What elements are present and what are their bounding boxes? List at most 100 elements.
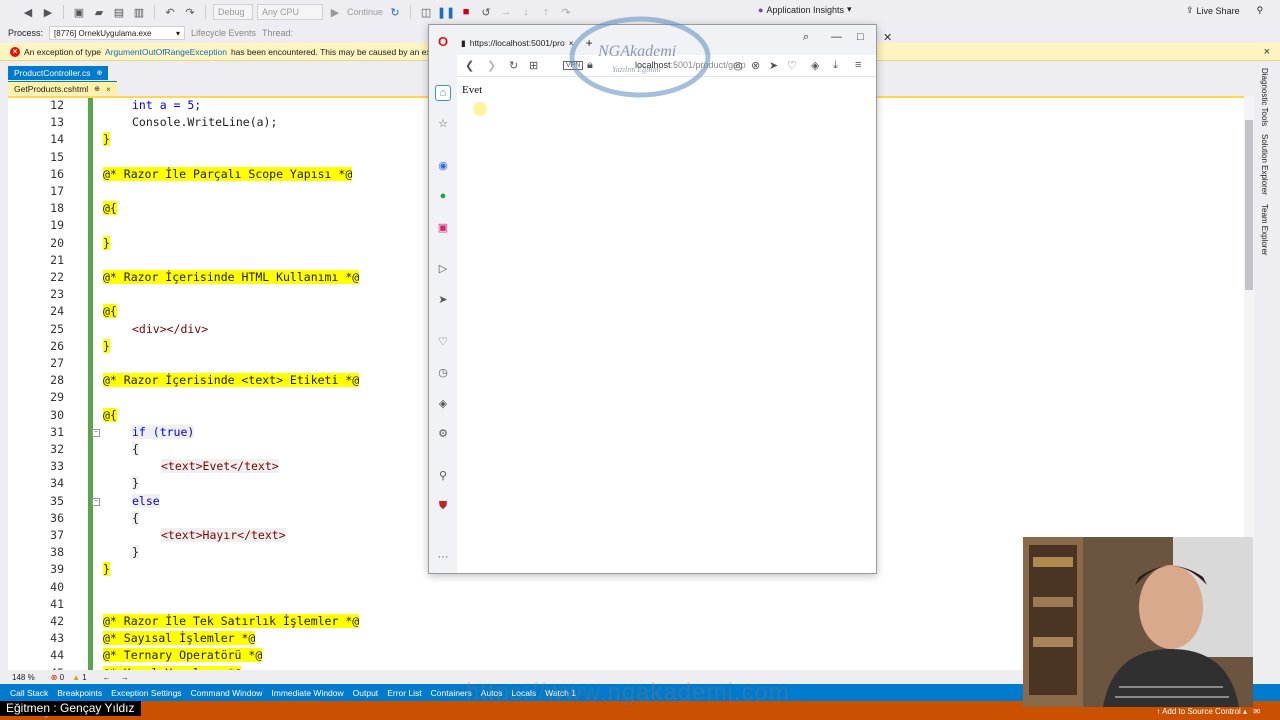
application-insights-button[interactable]: ● Application Insights ▾ — [758, 4, 852, 15]
cube-icon[interactable]: ◈ — [435, 395, 451, 411]
code-line[interactable]: <div></div> — [132, 322, 208, 336]
code-line[interactable]: @* Sayısal İşlemler *@ — [103, 631, 256, 646]
warning-count[interactable]: ▲ 1 — [72, 673, 87, 682]
block-icon[interactable]: ⊗ — [751, 59, 760, 72]
code-line[interactable]: @{ — [103, 201, 117, 216]
code-line[interactable]: @* Ternary Operatörü *@ — [103, 648, 263, 663]
tab-product-controller[interactable]: ProductController.cs ⊕ — [8, 66, 109, 80]
whatsapp-icon[interactable]: ● — [435, 188, 451, 204]
camera-icon[interactable]: ◎ — [733, 59, 743, 72]
code-line[interactable]: } — [132, 545, 139, 560]
add-to-source-control-button[interactable]: ↑ Add to Source Control ▴ ✉ — [1156, 707, 1260, 716]
stop-icon[interactable]: ■ — [458, 4, 474, 20]
redo-icon[interactable]: ↷ — [182, 4, 198, 20]
menu-icon[interactable]: ≡ — [855, 59, 861, 71]
shield-icon[interactable]: ⛊ — [435, 498, 451, 514]
process-select[interactable]: [8776] OrnekUygulama.exe ▾ — [49, 26, 186, 40]
solution-explorer-tab[interactable]: Solution Explorer — [1260, 134, 1269, 195]
tabs-grid-icon[interactable]: ⊞ — [529, 59, 538, 72]
notification-icon[interactable]: ✉ — [1253, 707, 1260, 716]
code-line[interactable]: { — [132, 442, 139, 456]
code-line[interactable]: if (true) — [132, 424, 195, 439]
code-line[interactable]: else — [132, 493, 160, 508]
search-icon[interactable]: ⌕ — [803, 31, 809, 44]
code-line[interactable]: <text>Hayır</text> — [161, 528, 286, 542]
back-icon[interactable]: ❮ — [465, 59, 474, 72]
open-folder-icon[interactable]: ▰ — [91, 4, 107, 20]
platform-select[interactable]: Any CPU — [257, 4, 323, 20]
undo-icon[interactable]: ↶ — [162, 4, 178, 20]
messenger-icon[interactable]: ◉ — [435, 157, 451, 173]
code-line[interactable]: @* Razor İle Parçalı Scope Yapısı *@ — [103, 166, 353, 181]
configuration-select[interactable]: Debug — [213, 4, 253, 20]
continue-icon[interactable]: ▶ — [327, 4, 343, 20]
save-all-icon[interactable]: ▥ — [131, 4, 147, 20]
send-icon[interactable]: ➤ — [435, 291, 451, 307]
code-line[interactable]: @* Razor İle Tek Satırlık İşlemler *@ — [103, 614, 360, 628]
lifecycle-events-button[interactable]: Lifecycle Events — [191, 28, 256, 38]
zoom-level[interactable]: 148 % — [12, 673, 35, 682]
step-icon[interactable]: → — [498, 4, 514, 20]
code-line[interactable]: @{ — [103, 304, 117, 319]
bottom-tab-call-stack[interactable]: Call Stack — [10, 688, 48, 698]
code-line[interactable]: @* Razor İçerisinde <text> Etiketi *@ — [103, 373, 360, 388]
share-icon[interactable]: ➤ — [769, 59, 778, 72]
diagnostic-tools-tab[interactable]: Diagnostic Tools — [1260, 68, 1269, 126]
bookmark-heart-icon[interactable]: ♡ — [787, 59, 797, 72]
minimize-icon[interactable]: — — [831, 31, 842, 43]
code-line[interactable]: } — [132, 476, 139, 491]
exception-type-link[interactable]: ArgumentOutOfRangeException — [105, 47, 227, 57]
browser-page[interactable]: Evet — [457, 77, 876, 573]
home-icon[interactable]: ⌂ — [435, 85, 451, 101]
live-share-button[interactable]: ⇪ Live Share ⚲ — [1186, 5, 1263, 16]
bottom-tab-immediate-window[interactable]: Immediate Window — [271, 688, 343, 698]
code-line[interactable]: @* Razor İçerisinde HTML Kullanımı *@ — [103, 270, 360, 284]
forward-nav-icon[interactable]: ▶ — [40, 4, 56, 20]
maximize-icon[interactable]: □ — [857, 31, 864, 43]
fold-toggle-icon[interactable]: − — [92, 497, 100, 506]
step-out-icon[interactable]: ↑ — [538, 4, 554, 20]
instagram-icon[interactable]: ▣ — [435, 219, 451, 235]
code-line[interactable]: @{ — [103, 407, 117, 422]
nav-left-icon[interactable]: ← — [103, 673, 111, 682]
refresh-icon[interactable]: ↻ — [387, 4, 403, 20]
bottom-tab-exception-settings[interactable]: Exception Settings — [111, 688, 181, 698]
code-line[interactable]: } — [103, 132, 110, 147]
restart-icon[interactable]: ↺ — [478, 4, 494, 20]
bottom-tab-error-list[interactable]: Error List — [387, 688, 421, 698]
browser-window[interactable]: O ⌂ ☆ ◉ ● ▣ ▷ ➤ ♡ ◷ ◈ ⚙ ⚲ ⛊ ··· ▮ https:… — [428, 24, 892, 574]
more-icon[interactable]: ··· — [435, 549, 451, 565]
step-into-icon[interactable]: ↓ — [518, 4, 534, 20]
star-icon[interactable]: ☆ — [435, 115, 451, 131]
code-line[interactable]: <text>Evet</text> — [161, 459, 279, 474]
person-icon[interactable]: ⚲ — [1257, 5, 1264, 16]
code-line[interactable]: } — [103, 235, 110, 250]
player-icon[interactable]: ▷ — [435, 260, 451, 276]
error-count[interactable]: ⊗ 0 — [51, 673, 64, 682]
close-icon[interactable]: × — [106, 84, 111, 94]
opera-logo-icon[interactable]: O — [435, 33, 451, 49]
team-explorer-tab[interactable]: Team Explorer — [1260, 204, 1269, 256]
reload-icon[interactable]: ↻ — [509, 59, 518, 72]
forward-icon[interactable]: ❯ — [487, 59, 496, 72]
bottom-tab-command-window[interactable]: Command Window — [191, 688, 263, 698]
code-line[interactable]: Console.WriteLine(a); — [132, 115, 277, 129]
code-line[interactable]: } — [103, 562, 110, 577]
scrollbar-thumb[interactable] — [1245, 120, 1253, 290]
bottom-tab-breakpoints[interactable]: Breakpoints — [57, 688, 102, 698]
code-line[interactable]: } — [103, 338, 110, 353]
pin-icon[interactable]: ⊕ — [97, 69, 103, 77]
pin-icon[interactable]: ⊕ — [94, 85, 100, 93]
code-line[interactable]: int a = 5; — [132, 98, 201, 112]
save-icon[interactable]: ▤ — [111, 4, 127, 20]
history-icon[interactable]: ◷ — [435, 364, 451, 380]
pause-icon[interactable]: ❚❚ — [437, 4, 455, 20]
settings-icon[interactable]: ⚙ — [435, 425, 451, 441]
back-nav-icon[interactable]: ◀ — [20, 4, 36, 20]
extensions-icon[interactable]: ◈ — [811, 59, 819, 72]
tab-get-products[interactable]: GetProducts.cshtml ⊕ × — [8, 81, 118, 95]
download-icon[interactable]: ⤓ — [833, 59, 838, 72]
close-window-icon[interactable]: ✕ — [883, 31, 892, 44]
new-project-icon[interactable]: ▣ — [71, 4, 87, 20]
heart-icon[interactable]: ♡ — [435, 333, 451, 349]
